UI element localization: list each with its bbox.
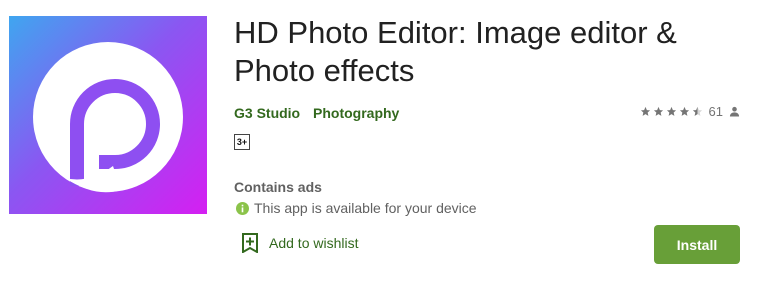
- rating-count: 61: [708, 104, 723, 119]
- bookmark-add-icon: [242, 233, 258, 253]
- star-half-icon: [692, 106, 702, 116]
- developer-link[interactable]: G3 Studio: [234, 105, 300, 121]
- install-button[interactable]: Install: [654, 225, 740, 264]
- category-link[interactable]: Photography: [313, 105, 399, 121]
- availability-text: This app is available for your device: [254, 200, 477, 216]
- wishlist-label: Add to wishlist: [269, 235, 359, 251]
- star-full-icon: [640, 106, 650, 116]
- contains-ads-label: Contains ads: [234, 179, 322, 195]
- app-details-page: HD Photo Editor: Image editor & Photo ef…: [0, 0, 760, 288]
- info-icon: [236, 201, 249, 215]
- app-title: HD Photo Editor: Image editor & Photo ef…: [234, 15, 677, 88]
- availability-notice: This app is available for your device: [236, 200, 477, 216]
- add-to-wishlist-button[interactable]: Add to wishlist: [241, 233, 358, 253]
- content-rating-badge: 3+: [234, 134, 250, 150]
- star-full-icon: [666, 106, 676, 116]
- star-full-icon: [653, 106, 663, 116]
- rating: 61: [640, 104, 740, 119]
- app-logo-p-icon: [33, 42, 183, 193]
- star-full-icon: [679, 106, 689, 116]
- person-icon: [729, 106, 740, 117]
- app-icon: [9, 16, 207, 214]
